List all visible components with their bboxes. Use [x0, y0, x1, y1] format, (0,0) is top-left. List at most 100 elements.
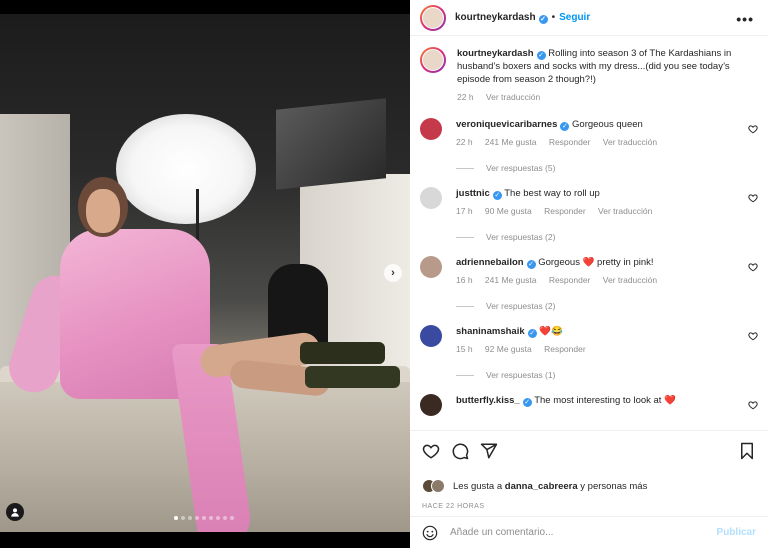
- carousel-dot: [195, 516, 199, 520]
- comment-username[interactable]: justtnic: [456, 188, 490, 199]
- view-replies-label: Ver respuestas (2): [486, 301, 556, 311]
- chevron-right-icon: ›: [391, 267, 395, 279]
- bookmark-icon[interactable]: [738, 442, 756, 460]
- sock: [300, 342, 385, 364]
- post-sidebar: kourtneykardash ✓ • Seguir ••• kourtneyka…: [410, 0, 768, 548]
- comment-text: ❤️😂: [539, 326, 563, 337]
- comment-username[interactable]: adriennebailon: [456, 257, 524, 268]
- avatar[interactable]: [420, 47, 446, 73]
- comment-time: 22 h: [456, 137, 473, 147]
- translate-link[interactable]: Ver traducción: [486, 92, 540, 102]
- divider: [456, 236, 474, 238]
- view-replies-button[interactable]: Ver respuestas (2): [456, 301, 768, 311]
- studio-light: [116, 114, 256, 224]
- separator: •: [551, 12, 556, 23]
- view-replies-button[interactable]: Ver respuestas (5): [456, 163, 768, 173]
- heart-icon[interactable]: [748, 193, 758, 203]
- likes-suffix[interactable]: y personas más: [580, 481, 647, 492]
- post-photo[interactable]: [0, 14, 410, 532]
- comment-username[interactable]: shaninamshaik: [456, 326, 525, 337]
- carousel-dot: [230, 516, 234, 520]
- heart-icon[interactable]: [748, 124, 758, 134]
- view-replies-label: Ver respuestas (5): [486, 163, 556, 173]
- next-photo-button[interactable]: ›: [384, 264, 402, 282]
- comment-item: butterfly.kiss_ ✓ The most interesting to…: [410, 394, 768, 416]
- comment-text: The best way to roll up: [504, 188, 600, 199]
- heart-icon[interactable]: [748, 331, 758, 341]
- more-options-icon[interactable]: •••: [736, 11, 754, 27]
- share-icon[interactable]: [480, 442, 498, 460]
- comment-time: 16 h: [456, 275, 473, 285]
- reply-button[interactable]: Responder: [549, 275, 591, 285]
- comment-item: justtnic ✓ The best way to roll up 17 h 9…: [410, 187, 768, 218]
- avatar[interactable]: [420, 256, 442, 278]
- comment-text: The most interesting to look at ❤️: [534, 395, 676, 406]
- divider: [456, 167, 474, 169]
- comment-icon[interactable]: [451, 442, 469, 460]
- comment-username[interactable]: butterfly.kiss_: [456, 395, 520, 406]
- carousel-dot: [202, 516, 206, 520]
- liker-avatars: [422, 479, 445, 493]
- publish-button[interactable]: Publicar: [717, 527, 756, 538]
- comment-text: Gorgeous ❤️ pretty in pink!: [538, 257, 654, 268]
- post-header: kourtneykardash ✓ • Seguir •••: [410, 0, 768, 36]
- carousel-dot: [216, 516, 220, 520]
- post-media[interactable]: ›: [0, 0, 410, 548]
- view-replies-label: Ver respuestas (2): [486, 232, 556, 242]
- comment-likes[interactable]: 241 Me gusta: [485, 137, 537, 147]
- verified-badge-icon: ✓: [560, 122, 570, 131]
- view-replies-button[interactable]: Ver respuestas (1): [456, 370, 768, 380]
- avatar[interactable]: [420, 394, 442, 416]
- verified-badge-icon: ✓: [536, 51, 546, 60]
- carousel-dot: [223, 516, 227, 520]
- avatar[interactable]: [420, 325, 442, 347]
- comment-likes[interactable]: 90 Me gusta: [485, 206, 532, 216]
- reply-button[interactable]: Responder: [549, 137, 591, 147]
- comment-likes[interactable]: 241 Me gusta: [485, 275, 537, 285]
- studio-panel: [276, 98, 386, 190]
- avatar: [431, 479, 445, 493]
- divider: [456, 374, 474, 376]
- likes-prefix: Les gusta a: [453, 480, 503, 492]
- comments-section[interactable]: kourtneykardash ✓ Rolling into season 3 o…: [410, 37, 768, 429]
- post-timestamp: HACE 22 HORAS: [422, 503, 485, 510]
- translate-link[interactable]: Ver traducción: [603, 275, 657, 285]
- verified-badge-icon: ✓: [522, 398, 532, 407]
- user-tag-button[interactable]: [6, 503, 24, 521]
- comment-username[interactable]: veroniquevicaribarnes: [456, 119, 557, 130]
- author-username[interactable]: kourtneykardash ✓: [455, 12, 548, 24]
- avatar[interactable]: [420, 118, 442, 140]
- caption-author[interactable]: kourtneykardash: [457, 48, 534, 59]
- avatar[interactable]: [420, 187, 442, 209]
- liker-username[interactable]: danna_cabreera: [505, 481, 578, 492]
- view-replies-label: Ver respuestas (1): [486, 370, 556, 380]
- carousel-indicator: [174, 516, 234, 520]
- verified-badge-icon: ✓: [538, 14, 548, 24]
- carousel-dot: [188, 516, 192, 520]
- divider: [456, 305, 474, 307]
- verified-badge-icon: ✓: [526, 260, 536, 269]
- translate-link[interactable]: Ver traducción: [598, 206, 652, 216]
- comment-input[interactable]: [450, 527, 717, 538]
- verified-badge-icon: ✓: [492, 191, 502, 200]
- heart-icon[interactable]: [748, 400, 758, 410]
- post-actions: Les gusta a danna_cabreera y personas má…: [410, 430, 768, 510]
- emoji-icon[interactable]: [422, 525, 438, 541]
- follow-button[interactable]: Seguir: [559, 12, 590, 23]
- carousel-dot: [209, 516, 213, 520]
- view-replies-button[interactable]: Ver respuestas (2): [456, 232, 768, 242]
- sock: [305, 366, 400, 388]
- comment-time: 17 h: [456, 206, 473, 216]
- comment-item: shaninamshaik ✓ ❤️😂 15 h 92 Me gusta Resp…: [410, 325, 768, 356]
- reply-button[interactable]: Responder: [544, 206, 586, 216]
- carousel-dot: [174, 516, 178, 520]
- post-caption: kourtneykardash ✓ Rolling into season 3 o…: [410, 37, 768, 104]
- comment-likes[interactable]: 92 Me gusta: [485, 344, 532, 354]
- heart-icon[interactable]: [422, 442, 440, 460]
- heart-icon[interactable]: [748, 262, 758, 272]
- avatar[interactable]: [420, 4, 446, 31]
- translate-link[interactable]: Ver traducción: [603, 137, 657, 147]
- comment-item: adriennebailon ✓ Gorgeous ❤️ pretty in pi…: [410, 256, 768, 287]
- reply-button[interactable]: Responder: [544, 344, 586, 354]
- comment-time: 15 h: [456, 344, 473, 354]
